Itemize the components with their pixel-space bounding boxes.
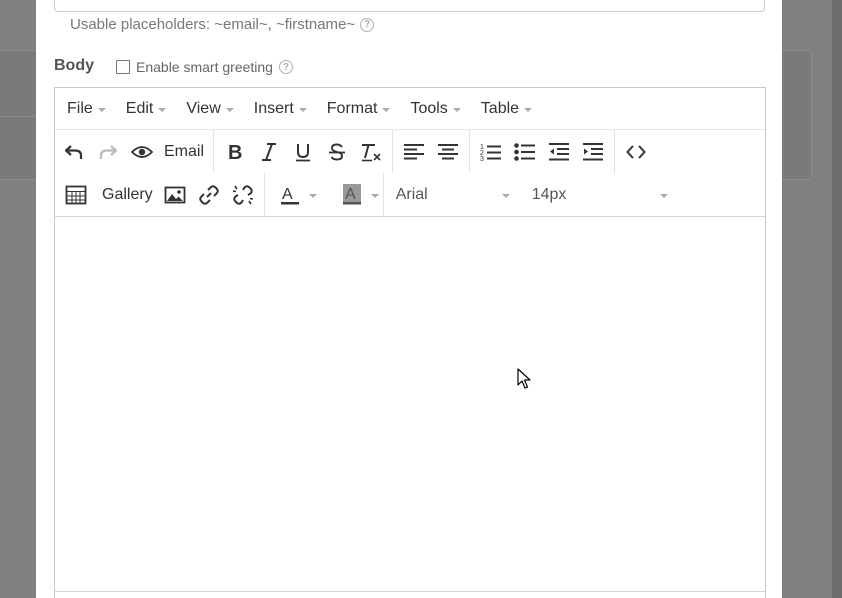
bold-icon: B [228,142,242,162]
menu-format[interactable]: Format [327,100,391,118]
help-icon[interactable]: ? [360,17,375,32]
font-family-value: Arial [395,185,428,203]
undo-button[interactable] [57,135,91,169]
help-icon[interactable]: ? [278,60,293,74]
link-icon [198,184,219,205]
insert-link-button[interactable] [192,178,226,212]
email-template-modal: Usable placeholders: ~email~, ~firstname… [36,0,782,598]
indent-button[interactable] [576,135,610,169]
numbered-list-icon: 123 [480,144,502,162]
smart-greeting-checkbox[interactable] [116,60,130,74]
insert-image-button[interactable] [158,178,192,212]
bold-button[interactable]: B [218,135,252,169]
outdent-button[interactable] [542,135,576,169]
align-center-icon [438,143,459,159]
underline-button[interactable] [286,135,320,169]
email-button[interactable]: Email [159,135,209,169]
subject-input[interactable] [54,0,765,12]
text-color-icon: A [280,186,299,204]
menu-edit[interactable]: Edit [126,100,167,118]
bullet-list-button[interactable] [508,135,542,169]
redo-button[interactable] [91,135,125,169]
svg-text:B: B [228,142,242,162]
unlink-icon [232,184,253,205]
table-icon [65,185,87,204]
align-left-icon [404,143,425,159]
page-scrollbar[interactable] [832,0,842,598]
editor-menubar: File Edit View Insert Format Tools Table [55,88,765,130]
smart-greeting-label: Enable smart greeting [136,59,273,75]
outdent-icon [549,142,570,160]
source-code-icon [626,144,646,159]
menu-table[interactable]: Table [481,100,533,118]
image-icon [164,186,186,203]
placeholder-hint: Usable placeholders: ~email~, ~firstname… [70,16,375,33]
strikethrough-icon [329,143,346,160]
svg-text:A: A [282,186,293,203]
font-size-value: 14px [531,185,567,203]
text-color-split-button[interactable]: A [273,178,317,212]
svg-text:A: A [345,186,356,203]
font-size-select[interactable]: 14px [532,178,668,212]
align-center-button[interactable] [431,135,465,169]
toolbar-row-1: Email B 1 2 3 [55,130,765,173]
source-code-button[interactable] [619,135,653,169]
font-family-select[interactable]: Arial [384,178,512,212]
menu-tools[interactable]: Tools [410,100,461,118]
underline-icon [296,143,311,161]
strikethrough-button[interactable] [320,135,354,169]
table-button[interactable] [59,178,93,212]
menu-file[interactable]: File [67,100,106,118]
italic-button[interactable] [252,135,286,169]
background-panel-right [782,50,812,180]
clear-format-icon [362,143,381,161]
unlink-button[interactable] [226,178,260,212]
editor-statusbar-border [55,591,765,592]
placeholder-hint-text: Usable placeholders: ~email~, ~firstname… [70,16,356,33]
svg-text:3: 3 [480,156,484,162]
background-color-icon: A [342,183,361,204]
clear-format-button[interactable] [354,135,388,169]
menu-insert[interactable]: Insert [254,100,307,118]
indent-icon [583,142,604,160]
toolbar-row-2: Gallery A A Arial 14px [55,173,765,216]
align-left-button[interactable] [397,135,431,169]
redo-icon [99,144,118,159]
menu-view[interactable]: View [186,100,234,118]
undo-icon [64,144,83,159]
mouse-pointer-icon [517,368,531,389]
rich-text-editor: File Edit View Insert Format Tools Table… [54,87,766,598]
text-color-caret[interactable] [308,193,317,198]
numbered-list-button[interactable]: 123 [474,135,508,169]
italic-icon [262,142,277,161]
gallery-button[interactable]: Gallery [97,178,158,212]
background-color-split-button[interactable]: A [335,178,379,212]
bullet-list-icon [514,142,536,161]
preview-icon [131,145,153,158]
preview-button[interactable] [125,135,159,169]
background-panel-left [0,50,36,180]
background-color-caret[interactable] [370,193,379,198]
body-label: Body [54,57,94,74]
editor-content-area[interactable] [55,216,765,598]
smart-greeting-toggle[interactable]: Enable smart greeting ? [116,59,293,75]
